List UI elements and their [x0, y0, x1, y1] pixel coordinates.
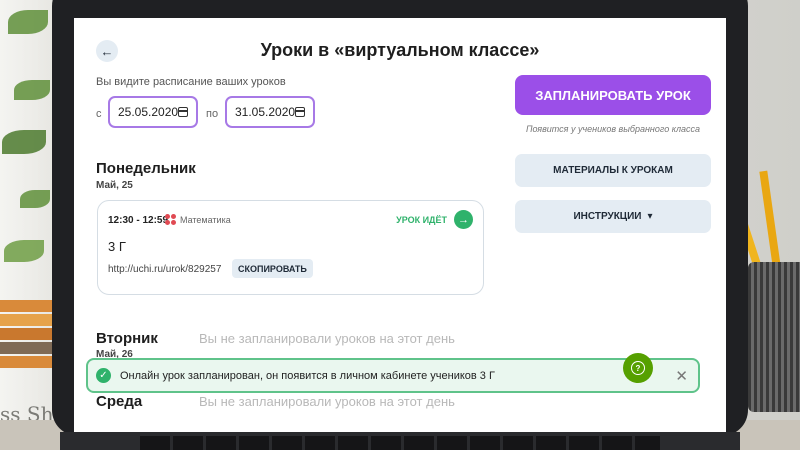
plan-lesson-hint: Появится у учеников выбранного класса: [525, 124, 701, 134]
copy-link-button[interactable]: СКОПИРОВАТЬ: [232, 259, 313, 278]
pencil-cup: [748, 262, 800, 412]
book-spine: [0, 342, 56, 354]
check-circle-icon: ✓: [96, 368, 111, 383]
plant-leaf: [14, 80, 50, 100]
schedule-subtitle: Вы видите расписание ваших уроков: [96, 76, 286, 88]
lesson-card[interactable]: 12:30 - 12:59 Математика УРОК ИДЁТ → 3 Г…: [97, 200, 484, 295]
date-to-label: по: [206, 108, 219, 120]
keyboard: [140, 436, 660, 450]
success-toast: ✓ Онлайн урок запланирован, он появится …: [86, 358, 700, 393]
toast-message: Онлайн урок запланирован, он появится в …: [120, 369, 495, 382]
date-from-label: с: [96, 108, 102, 120]
day-date: Май, 25: [96, 180, 133, 191]
lesson-class: 3 Г: [108, 239, 126, 254]
lesson-link[interactable]: http://uchi.ru/urok/829257: [108, 264, 221, 275]
help-icon: ?: [631, 361, 645, 375]
lesson-status[interactable]: УРОК ИДЁТ: [396, 215, 447, 225]
page-title: Уроки в «виртуальном классе»: [260, 40, 540, 60]
calendar-icon[interactable]: [178, 107, 188, 117]
day-title: Понедельник: [96, 160, 196, 177]
instructions-button[interactable]: ИНСТРУКЦИИ ▾: [515, 200, 711, 233]
book-spine: [0, 356, 56, 368]
help-button[interactable]: ?: [623, 353, 653, 383]
plant-leaf: [2, 130, 46, 154]
book-spine: [0, 300, 56, 312]
lesson-subject: Математика: [180, 215, 231, 225]
book-spine: [0, 328, 56, 340]
arrow-right-icon[interactable]: →: [454, 210, 473, 229]
materials-button-label: МАТЕРИАЛЫ К УРОКАМ: [553, 165, 673, 176]
day-empty-text: Вы не запланировали уроков на этот день: [199, 394, 455, 409]
plant-leaf: [4, 240, 44, 262]
instructions-button-label: ИНСТРУКЦИИ: [573, 211, 642, 222]
day-title: Вторник: [96, 330, 158, 347]
materials-button[interactable]: МАТЕРИАЛЫ К УРОКАМ: [515, 154, 711, 187]
lesson-time: 12:30 - 12:59: [108, 215, 169, 226]
chevron-down-icon: ▾: [647, 210, 653, 222]
date-from-input[interactable]: 25.05.2020: [108, 96, 198, 128]
date-to-value: 31.05.2020: [235, 105, 296, 119]
math-icon: [165, 214, 176, 225]
date-from-value: 25.05.2020: [118, 105, 179, 119]
plant-leaf: [8, 10, 48, 34]
plant-leaf: [20, 190, 50, 208]
day-title: Среда: [96, 393, 143, 410]
date-to-input[interactable]: 31.05.2020: [225, 96, 315, 128]
book-spine: [0, 314, 56, 326]
plan-lesson-button[interactable]: ЗАПЛАНИРОВАТЬ УРОК: [515, 75, 711, 115]
day-empty-text: Вы не запланировали уроков на этот день: [199, 331, 455, 346]
close-icon[interactable]: ✕: [675, 367, 688, 385]
calendar-icon[interactable]: [295, 107, 305, 117]
